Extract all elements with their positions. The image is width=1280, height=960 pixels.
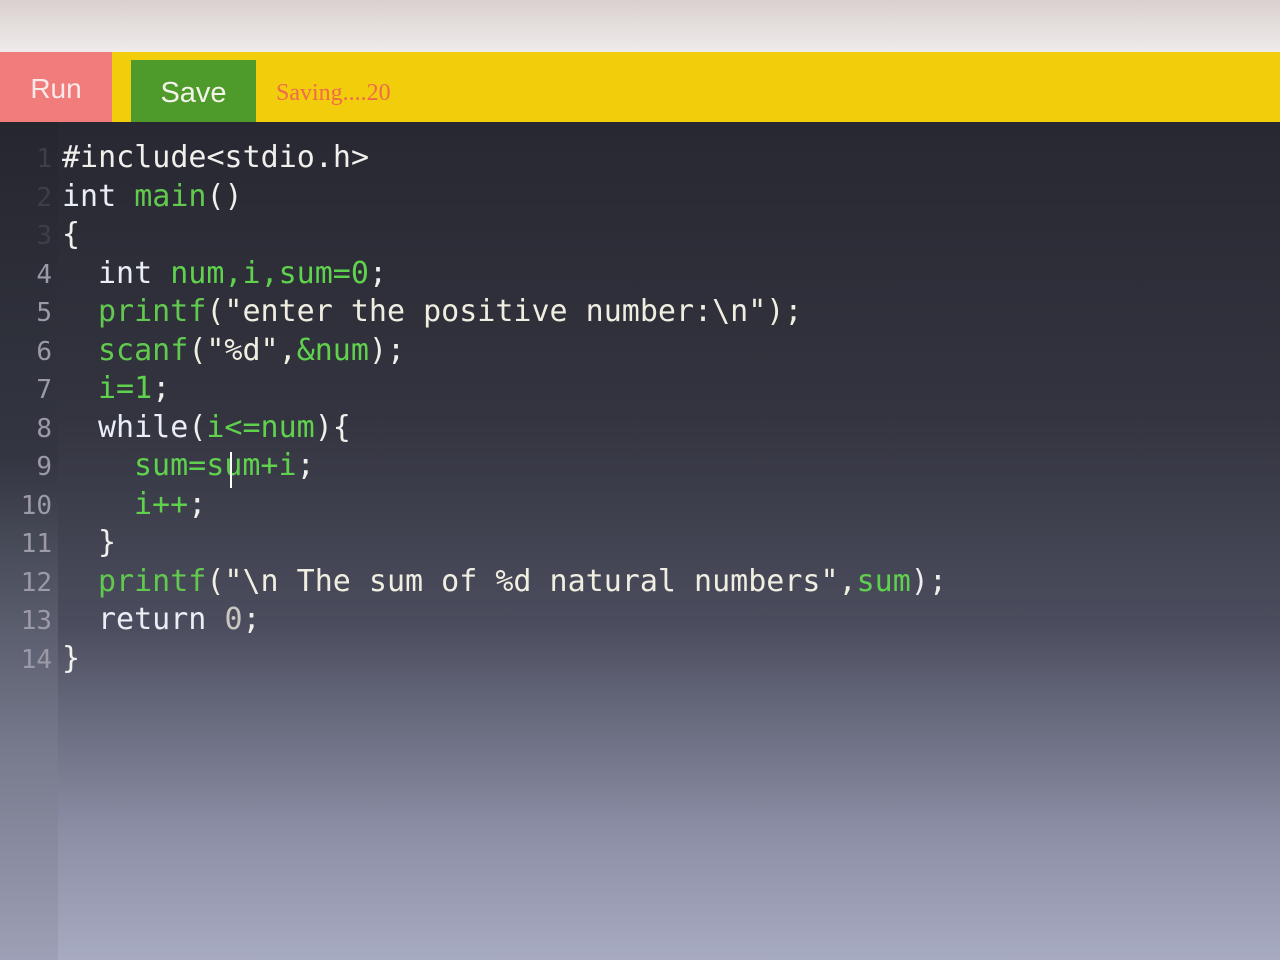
code-line[interactable]: 8 while(i<=num){ [0, 410, 947, 449]
code-token: sum [856, 563, 911, 599]
code-token: ; [188, 486, 207, 522]
save-status-text: Saving....20 [276, 80, 391, 106]
line-number: 1 [36, 144, 52, 174]
line-number: 5 [36, 298, 52, 328]
code-line[interactable]: 3{ [0, 217, 947, 256]
line-number: 13 [20, 606, 52, 636]
line-number: 9 [36, 452, 52, 482]
code-token: } [98, 525, 117, 560]
code-token: sum=sum+i [134, 448, 297, 483]
code-token: ("\n The sum of %d natural numbers", [206, 563, 857, 599]
run-button[interactable]: Run [0, 52, 112, 126]
code-token: } [62, 640, 81, 676]
toolbar: Run Save Saving....20 [0, 52, 1280, 126]
code-token: ; [296, 448, 315, 483]
code-token: main [134, 178, 207, 214]
code-token: ){ [314, 409, 351, 445]
code-line[interactable]: 14} [0, 641, 947, 680]
line-number: 6 [36, 336, 52, 367]
code-token: ("enter the positive number:\n"); [206, 294, 803, 329]
code-token: i<=num [206, 409, 315, 445]
code-line[interactable]: 10 i++; [0, 487, 947, 526]
line-number: 11 [20, 529, 52, 559]
code-token: ); [368, 332, 406, 368]
code-token: ("%d", [188, 332, 297, 368]
code-token: return [98, 602, 225, 637]
save-button[interactable]: Save [131, 60, 256, 126]
code-line[interactable]: 6 scanf("%d",&num); [0, 333, 947, 372]
line-number: 2 [36, 182, 52, 213]
line-number: 4 [36, 259, 52, 290]
line-number: 7 [36, 375, 52, 405]
code-token: ); [910, 563, 947, 599]
code-token: while [98, 409, 189, 445]
line-number: 3 [36, 221, 52, 251]
screen-top-bezel [0, 0, 1280, 52]
code-token: scanf [98, 332, 189, 368]
code-token: int [62, 178, 135, 214]
code-line[interactable]: 2 int main() [0, 179, 947, 218]
code-lines: 1 #include<stdio.h> 2 int main() 3{4 int num,… [0, 140, 947, 679]
code-token: () [206, 178, 243, 214]
code-line[interactable]: 13 return 0; [0, 602, 947, 641]
code-token: &num [296, 332, 369, 368]
code-token: i++ [134, 486, 189, 522]
code-token: #include<stdio.h> [62, 140, 370, 175]
code-line[interactable]: 4 int num,i,sum=0; [0, 256, 947, 295]
code-editor[interactable]: 1 #include<stdio.h> 2 int main() 3{4 int num,… [0, 122, 1280, 960]
line-number: 10 [20, 490, 52, 521]
code-token: ; [368, 255, 387, 291]
line-number: 14 [20, 644, 52, 675]
code-line[interactable]: 9 sum=sum+i; [0, 448, 947, 487]
code-line[interactable]: 5 printf("enter the positive number:\n"); [0, 294, 947, 333]
code-token: printf [98, 294, 207, 329]
code-line[interactable]: 12 printf("\n The sum of %d natural numbe… [0, 564, 947, 603]
code-token: ( [188, 409, 207, 445]
code-line[interactable]: 1 #include<stdio.h> [0, 140, 947, 179]
code-token: printf [98, 563, 207, 599]
code-token: num,i,sum=0 [170, 255, 369, 291]
code-token: i=1 [98, 371, 153, 406]
text-cursor [230, 452, 232, 488]
code-token: { [62, 217, 81, 252]
code-token: int [98, 255, 171, 291]
code-line[interactable]: 7 i=1; [0, 371, 947, 410]
code-token: 0 [224, 602, 243, 637]
code-token: ; [242, 602, 261, 637]
line-number: 8 [36, 413, 52, 444]
code-line[interactable]: 11} [0, 525, 947, 564]
code-token: ; [152, 371, 171, 406]
line-number: 12 [20, 567, 52, 598]
